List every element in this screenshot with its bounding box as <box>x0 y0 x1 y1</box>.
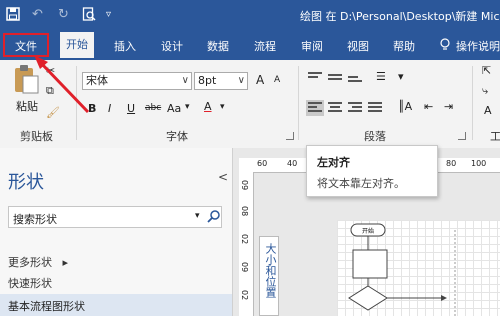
tab-view[interactable]: 视图 <box>347 38 369 54</box>
undo-icon[interactable]: ↶ <box>32 7 43 22</box>
tab-review[interactable]: 审阅 <box>301 38 323 54</box>
clipboard-group-label: 剪贴板 <box>20 130 53 143</box>
tooltip-title: 左对齐 <box>317 156 350 169</box>
tab-home[interactable]: 开始 <box>60 32 94 58</box>
shapes-title: 形状 <box>8 172 44 193</box>
print-preview-icon[interactable] <box>82 7 96 25</box>
tools-group-label: 工 <box>490 130 500 143</box>
align-center-icon[interactable] <box>328 102 342 114</box>
bullets-icon[interactable]: ☰ <box>376 70 386 83</box>
group-divider <box>76 66 77 140</box>
align-top-icon[interactable] <box>308 72 322 84</box>
strikethrough-button[interactable]: abc <box>145 103 161 113</box>
flowchart-drawing: 开始 <box>348 223 456 316</box>
ruler-tick-label: 60 <box>257 159 268 168</box>
save-icon[interactable] <box>6 7 20 25</box>
dialog-launcher-icon[interactable] <box>458 132 466 140</box>
stencil-label: 基本流程图形状 <box>8 300 85 313</box>
chevron-down-icon[interactable]: ▾ <box>195 211 200 221</box>
paragraph-group-label: 段落 <box>364 130 386 143</box>
align-left-tooltip: 左对齐 将文本靠左对齐。 <box>306 145 438 197</box>
font-group-label: 字体 <box>166 130 188 143</box>
font-color-button[interactable]: A <box>204 100 212 113</box>
decrease-indent-icon[interactable]: ⇤ <box>424 100 433 113</box>
bold-button[interactable]: B <box>88 102 96 115</box>
align-left-icon[interactable] <box>306 100 324 116</box>
flowchart-process-shape <box>352 249 388 279</box>
group-divider <box>298 66 299 140</box>
tab-insert[interactable]: 插入 <box>114 38 136 54</box>
tab-help[interactable]: 帮助 <box>393 38 415 54</box>
font-size-value: 8pt <box>198 74 217 87</box>
align-middle-icon[interactable] <box>328 74 342 86</box>
text-direction-icon[interactable]: ║A <box>398 100 412 113</box>
group-divider <box>472 66 473 140</box>
tab-data[interactable]: 数据 <box>207 38 229 54</box>
tab-file[interactable]: 文件 <box>3 33 49 57</box>
ruler-tick-label: 100 <box>471 159 487 168</box>
dialog-launcher-icon[interactable] <box>286 132 294 140</box>
chevron-down-icon: ∨ <box>181 75 189 86</box>
flowchart-start-label: 开始 <box>362 227 374 235</box>
tell-me-box[interactable]: 操作说明 <box>456 38 500 54</box>
pointer-tool-icon[interactable]: ⇱ <box>482 64 491 77</box>
shrink-font-button[interactable]: A <box>274 75 280 85</box>
align-bottom-icon[interactable] <box>348 76 362 88</box>
font-size-combo[interactable]: 8pt ∨ <box>194 72 248 90</box>
redo-icon[interactable]: ↻ <box>58 7 69 22</box>
search-icon[interactable] <box>207 209 221 226</box>
ruler-tick-label: 02 <box>240 234 249 245</box>
ruler-tick-label: 40 <box>287 159 298 168</box>
ruler-tick-label: 08 <box>240 206 249 217</box>
shapes-panel: 形状 < 搜索形状 ▾ 更多形状 ▸ 快速形状 基本流程图形状 <box>0 148 233 316</box>
ruler-tick-label: 09 <box>240 180 249 191</box>
format-painter-icon[interactable]: 🖌 <box>46 106 60 119</box>
chevron-down-icon: ∨ <box>237 75 245 86</box>
chevron-down-icon[interactable]: ▾ <box>398 70 404 83</box>
stencil-basic-flowchart[interactable]: 基本流程图形状 <box>0 294 232 316</box>
ruler-tick-label: 02 <box>240 290 249 301</box>
text-tool-button[interactable]: A <box>484 104 492 117</box>
chevron-down-icon[interactable]: ▾ <box>185 102 190 112</box>
cut-icon[interactable]: ✂ <box>46 64 55 77</box>
more-shapes-item[interactable]: 更多形状 ▸ <box>8 254 68 270</box>
search-input[interactable]: 搜索形状 <box>13 211 57 227</box>
ruler-tick-label: 80 <box>446 159 457 168</box>
tab-process[interactable]: 流程 <box>254 38 276 54</box>
connector-icon[interactable]: ⤷ <box>482 84 488 98</box>
increase-indent-icon[interactable]: ⇥ <box>444 100 453 113</box>
title-bar: ↶ ↻ ▿ 绘图 在 D:\Personal\Desktop\新建 Mic <box>0 0 500 30</box>
quick-shapes-item[interactable]: 快速形状 <box>8 275 52 291</box>
clipboard-icon <box>15 65 39 94</box>
change-case-button[interactable]: Aa <box>167 102 181 115</box>
window-title: 绘图 在 D:\Personal\Desktop\新建 Mic <box>300 10 500 23</box>
vertical-ruler: 09 08 02 09 02 <box>239 172 254 316</box>
collapse-panel-button[interactable]: < <box>218 170 228 184</box>
font-family-value: 宋体 <box>86 74 108 87</box>
more-shapes-label: 更多形状 <box>8 256 52 269</box>
size-position-label: 大小和位置 <box>264 243 277 298</box>
qat-more-button[interactable]: ▿ <box>106 9 111 20</box>
chevron-down-icon[interactable]: ▾ <box>220 102 225 112</box>
ribbon: 粘贴 ✂ ⧉ 🖌 剪贴板 宋体 ∨ 8pt ∨ A A B I U abc Aa… <box>0 60 500 149</box>
justify-icon[interactable] <box>368 102 382 114</box>
tooltip-description: 将文本靠左对齐。 <box>317 177 405 190</box>
size-position-tab[interactable]: 大小和位置 <box>259 236 279 316</box>
flowchart-decision-shape <box>348 285 388 311</box>
copy-icon[interactable]: ⧉ <box>46 84 54 98</box>
font-family-combo[interactable]: 宋体 ∨ <box>82 72 192 90</box>
grow-font-button[interactable]: A <box>256 73 264 87</box>
paste-button[interactable] <box>12 64 42 98</box>
chevron-right-icon: ▸ <box>62 256 69 269</box>
italic-button[interactable]: I <box>108 102 111 115</box>
tab-design[interactable]: 设计 <box>161 38 183 54</box>
ribbon-tabs: 文件 开始 插入 设计 数据 流程 审阅 视图 帮助 操作说明 <box>0 30 500 60</box>
lightbulb-icon <box>440 38 450 54</box>
shape-search-box[interactable]: 搜索形状 ▾ <box>8 206 222 228</box>
underline-button[interactable]: U <box>127 102 135 115</box>
ruler-tick-label: 09 <box>240 262 249 273</box>
drawing-page[interactable]: 开始 <box>337 220 500 316</box>
paste-label: 粘贴 <box>16 100 38 113</box>
align-right-icon[interactable] <box>348 102 362 114</box>
